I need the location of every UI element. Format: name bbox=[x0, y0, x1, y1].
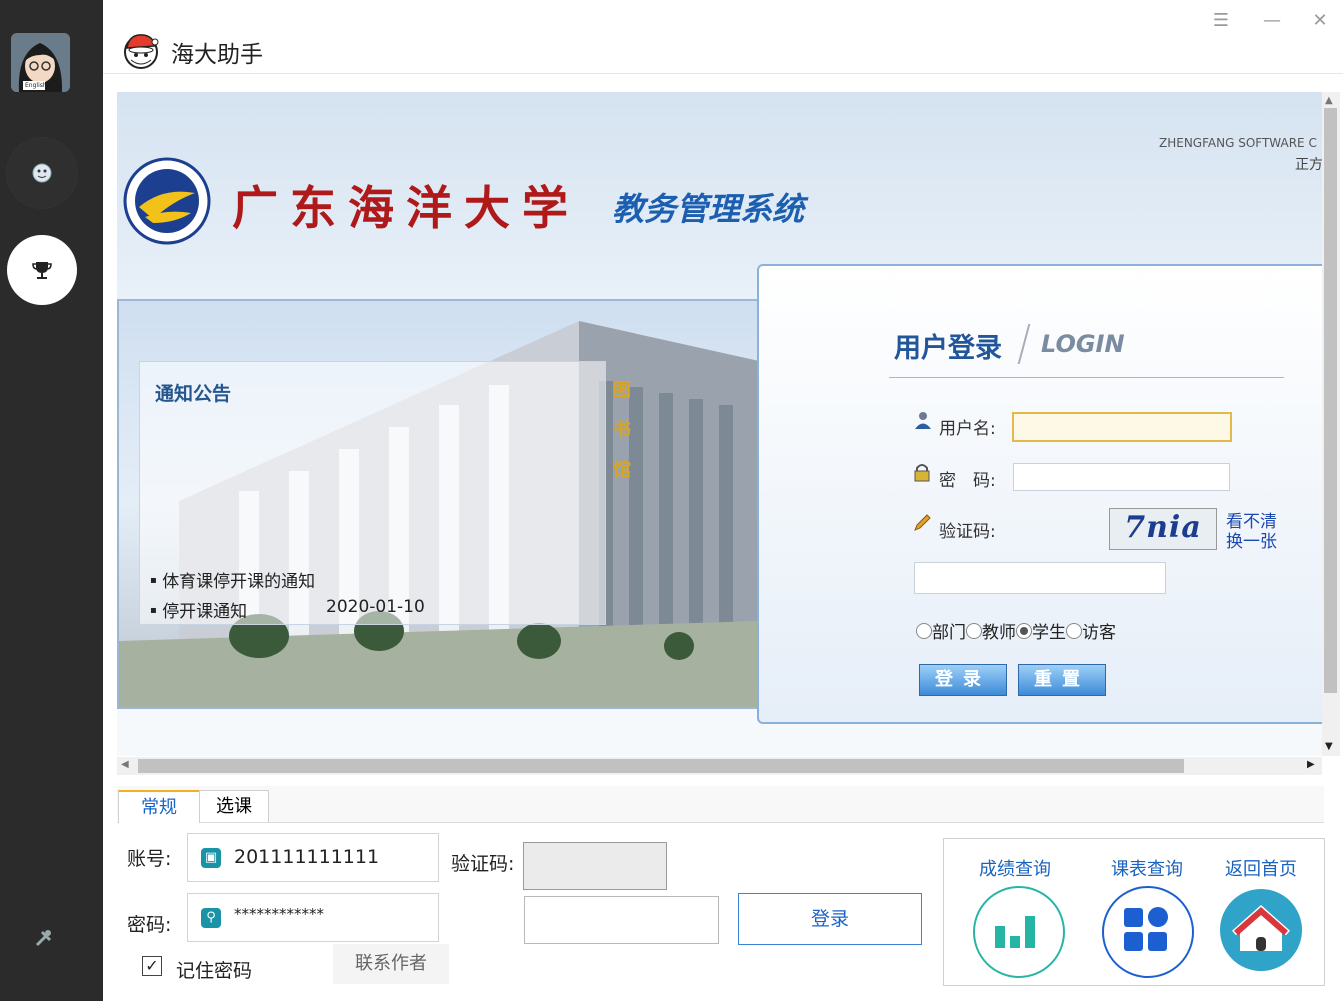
remember-label[interactable]: 记住密码 bbox=[176, 956, 252, 983]
key-icon: ⚲ bbox=[201, 908, 221, 928]
face-icon bbox=[32, 163, 52, 183]
login-button[interactable]: 登录 bbox=[738, 893, 922, 945]
role-label[interactable]: 部门 bbox=[932, 623, 966, 643]
tab-course-select[interactable]: 选课 bbox=[199, 790, 269, 822]
captcha-label: 验证码: bbox=[939, 522, 996, 542]
menu-button[interactable]: ☰ bbox=[1206, 8, 1236, 34]
account-label: 账号: bbox=[127, 848, 172, 870]
bar-chart-icon bbox=[995, 916, 1035, 948]
web-view: 广东海洋大学 教务管理系统 ZHENGFANG SOFTWARE C 正方 图书… bbox=[117, 92, 1322, 756]
pencil-icon bbox=[914, 514, 931, 531]
password-input[interactable] bbox=[1013, 463, 1230, 491]
vendor-name-cn: 正方 bbox=[1295, 157, 1322, 173]
grid-icon bbox=[1124, 907, 1168, 951]
web-login-button[interactable]: 登录 bbox=[919, 664, 1007, 696]
close-button[interactable]: ✕ bbox=[1305, 8, 1335, 34]
account-field[interactable]: ▣ 201111111111 bbox=[187, 833, 439, 882]
tab-general[interactable]: 常规 bbox=[118, 790, 200, 823]
vendor-name: ZHENGFANG SOFTWARE C bbox=[1159, 136, 1317, 150]
login-panel: 用户登录 LOGIN 用户名: 密 码: 验证码: 7nia 看不清 换一张 部… bbox=[757, 264, 1322, 724]
login-subtitle: LOGIN bbox=[1041, 330, 1125, 358]
captcha-refresh-line2[interactable]: 换一张 bbox=[1226, 532, 1277, 552]
grade-query-label[interactable]: 成绩查询 bbox=[979, 855, 1051, 881]
role-radio-student[interactable] bbox=[1016, 623, 1032, 639]
password-field[interactable]: ⚲ ************ bbox=[187, 893, 439, 942]
title-bar: 海大助手 ☰ — ✕ bbox=[103, 0, 1343, 74]
captcha-image[interactable]: 7nia bbox=[1109, 508, 1217, 550]
captcha-label: 验证码: bbox=[451, 853, 515, 875]
scroll-up-arrow[interactable]: ▲ bbox=[1325, 95, 1333, 106]
quick-actions-panel: 成绩查询 课表查询 返回首页 bbox=[943, 838, 1325, 986]
role-radio-group: 部门 教师 学生 访客 bbox=[916, 618, 1116, 643]
tools-icon[interactable] bbox=[34, 928, 54, 948]
role-label[interactable]: 教师 bbox=[982, 623, 1016, 643]
username-input[interactable] bbox=[1012, 412, 1232, 442]
notice-item[interactable]: ▪ 停开课通知 2020-01-10 bbox=[150, 597, 425, 622]
library-sign: 图书馆 bbox=[613, 380, 631, 481]
system-name: 教务管理系统 bbox=[612, 190, 805, 228]
account-value[interactable]: 201111111111 bbox=[234, 846, 379, 868]
notice-panel: 通知公告 ▪ 体育课停开课的通知 ▪ 停开课通知 2020-01-10 bbox=[139, 361, 606, 625]
captcha-image[interactable] bbox=[523, 842, 667, 890]
login-title: 用户登录 bbox=[894, 333, 1002, 364]
sidebar-item-face[interactable] bbox=[7, 138, 77, 208]
home-icon bbox=[1232, 904, 1290, 951]
captcha-input[interactable] bbox=[914, 562, 1166, 594]
role-label[interactable]: 访客 bbox=[1082, 623, 1116, 643]
notice-item-text[interactable]: 体育课停开课的通知 bbox=[162, 572, 315, 592]
home-label[interactable]: 返回首页 bbox=[1225, 855, 1297, 881]
avatar-caption: English bbox=[25, 82, 47, 89]
minimize-button[interactable]: — bbox=[1257, 8, 1287, 34]
scroll-down-arrow[interactable]: ▼ bbox=[1325, 741, 1333, 752]
grade-query-button[interactable] bbox=[973, 886, 1065, 978]
bottom-panel: 常规 选课 账号: ▣ 201111111111 密码: ⚲ *********… bbox=[117, 786, 1325, 1000]
password-value[interactable]: ************ bbox=[234, 905, 324, 923]
school-emblem bbox=[123, 157, 211, 245]
tab-bar: 常规 选课 bbox=[117, 786, 1324, 823]
contact-author-button[interactable]: 联系作者 bbox=[333, 944, 449, 984]
schedule-query-label[interactable]: 课表查询 bbox=[1111, 855, 1183, 881]
role-radio-guest[interactable] bbox=[1066, 623, 1082, 639]
captcha-refresh-line1[interactable]: 看不清 bbox=[1226, 512, 1277, 532]
sidebar: English bbox=[0, 0, 103, 1001]
sidebar-item-trophy[interactable] bbox=[7, 235, 77, 305]
scroll-right-arrow[interactable]: ▶ bbox=[1307, 759, 1315, 770]
password-label: 密 码: bbox=[939, 471, 996, 491]
home-button[interactable] bbox=[1220, 889, 1302, 971]
title-underline bbox=[889, 377, 1284, 378]
campus-photo: 图书馆 通知公告 ▪ 体育课停开课的通知 ▪ 停开课通知 2020-01-10 bbox=[117, 299, 761, 709]
notice-item-text[interactable]: 停开课通知 bbox=[162, 602, 247, 622]
lock-icon bbox=[914, 464, 930, 482]
role-radio-teacher[interactable] bbox=[966, 623, 982, 639]
vertical-scroll-thumb[interactable] bbox=[1324, 108, 1337, 693]
notice-item[interactable]: ▪ 体育课停开课的通知 bbox=[150, 567, 315, 592]
notice-item-date: 2020-01-10 bbox=[326, 597, 425, 617]
account-icon: ▣ bbox=[201, 848, 221, 868]
captcha-refresh-link[interactable]: 看不清 换一张 bbox=[1226, 512, 1277, 552]
app-title: 海大助手 bbox=[171, 42, 263, 68]
avatar[interactable]: English bbox=[11, 33, 70, 92]
trophy-icon bbox=[32, 262, 52, 279]
username-label: 用户名: bbox=[939, 419, 996, 439]
title-divider bbox=[1017, 324, 1031, 364]
web-reset-button[interactable]: 重置 bbox=[1018, 664, 1106, 696]
role-label[interactable]: 学生 bbox=[1032, 623, 1066, 643]
horizontal-scroll-thumb[interactable] bbox=[138, 759, 1184, 773]
app-logo-icon bbox=[124, 34, 159, 69]
role-radio-department[interactable] bbox=[916, 623, 932, 639]
schedule-query-button[interactable] bbox=[1102, 886, 1194, 978]
password-label: 密码: bbox=[127, 914, 172, 936]
school-name: 广东海洋大学 bbox=[232, 181, 580, 235]
captcha-input[interactable] bbox=[524, 896, 719, 944]
remember-checkbox[interactable]: ✓ bbox=[142, 956, 162, 976]
scroll-left-arrow[interactable]: ◀ bbox=[121, 759, 129, 770]
user-icon bbox=[915, 412, 931, 429]
notice-title: 通知公告 bbox=[155, 383, 232, 405]
